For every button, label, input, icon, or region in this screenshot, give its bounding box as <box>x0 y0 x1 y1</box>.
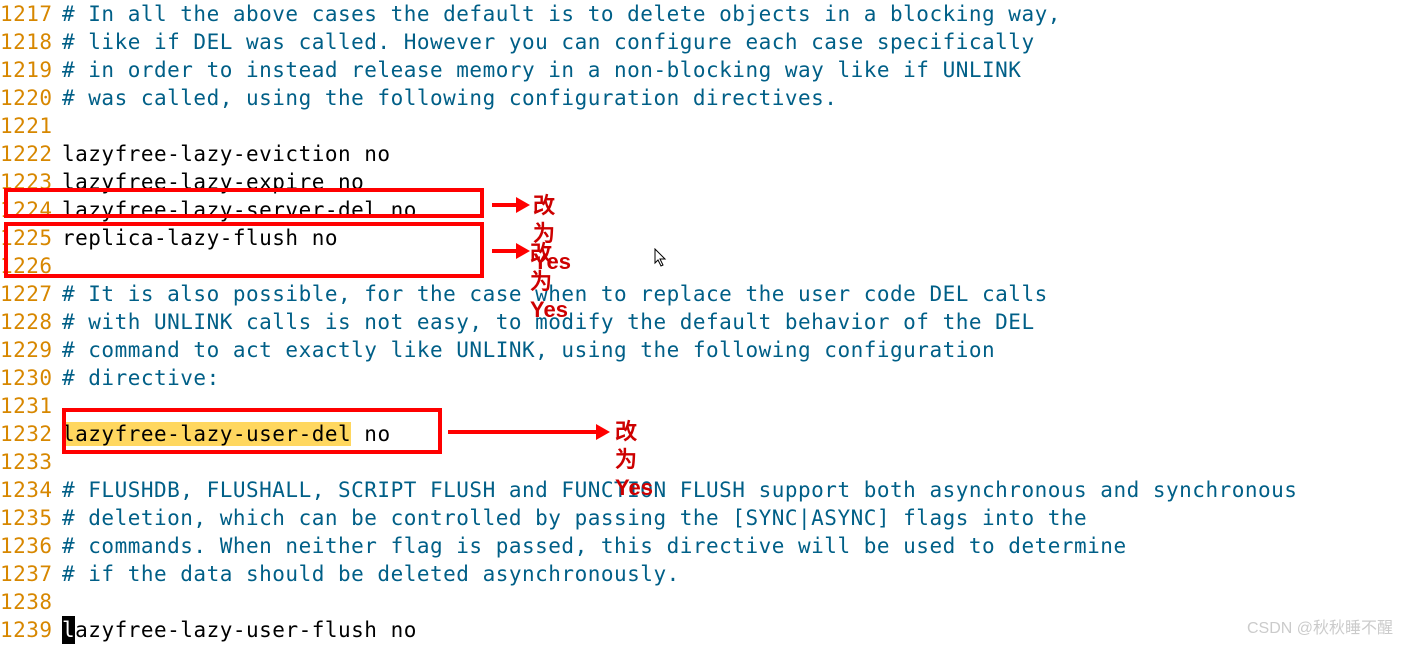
line-number: 1239 <box>0 616 62 644</box>
line-number: 1220 <box>0 84 62 112</box>
code-line: 1226 <box>0 252 1405 280</box>
code-line: 1232lazyfree-lazy-user-del no <box>0 420 1405 448</box>
code-line: 1217# In all the above cases the default… <box>0 0 1405 28</box>
code-line: 1233 <box>0 448 1405 476</box>
line-text: # commands. When neither flag is passed,… <box>62 532 1405 560</box>
line-text: lazyfree-lazy-eviction no <box>62 140 1405 168</box>
code-line: 1225replica-lazy-flush no <box>0 224 1405 252</box>
code-line: 1234# FLUSHDB, FLUSHALL, SCRIPT FLUSH an… <box>0 476 1405 504</box>
line-number: 1231 <box>0 392 62 420</box>
code-line: 1218# like if DEL was called. However yo… <box>0 28 1405 56</box>
line-text: # like if DEL was called. However you ca… <box>62 28 1405 56</box>
code-line: 1237# if the data should be deleted asyn… <box>0 560 1405 588</box>
line-text: # in order to instead release memory in … <box>62 56 1405 84</box>
line-number: 1219 <box>0 56 62 84</box>
line-text: replica-lazy-flush no <box>62 224 1405 252</box>
line-number: 1226 <box>0 252 62 280</box>
line-text: # deletion, which can be controlled by p… <box>62 504 1405 532</box>
line-number: 1235 <box>0 504 62 532</box>
code-line: 1229# command to act exactly like UNLINK… <box>0 336 1405 364</box>
line-number: 1227 <box>0 280 62 308</box>
line-text: lazyfree-lazy-user-flush no <box>62 616 1405 644</box>
code-line: 1239lazyfree-lazy-user-flush no <box>0 616 1405 644</box>
code-line: 1222lazyfree-lazy-eviction no <box>0 140 1405 168</box>
line-number: 1221 <box>0 112 62 140</box>
line-number: 1225 <box>0 224 62 252</box>
line-number: 1228 <box>0 308 62 336</box>
line-number: 1223 <box>0 168 62 196</box>
watermark-text: CSDN @秋秋睡不醒 <box>1247 615 1393 643</box>
line-text: # directive: <box>62 364 1405 392</box>
line-text: lazyfree-lazy-user-del no <box>62 420 1405 448</box>
code-line: 1230# directive: <box>0 364 1405 392</box>
line-number: 1232 <box>0 420 62 448</box>
code-viewer[interactable]: 1217# In all the above cases the default… <box>0 0 1405 644</box>
code-line: 1228# with UNLINK calls is not easy, to … <box>0 308 1405 336</box>
code-line: 1220# was called, using the following co… <box>0 84 1405 112</box>
code-line: 1238 <box>0 588 1405 616</box>
line-text: # with UNLINK calls is not easy, to modi… <box>62 308 1405 336</box>
line-number: 1233 <box>0 448 62 476</box>
line-text: lazyfree-lazy-server-del no <box>62 196 1405 224</box>
line-text: lazyfree-lazy-expire no <box>62 168 1405 196</box>
code-line: 1219# in order to instead release memory… <box>0 56 1405 84</box>
line-number: 1238 <box>0 588 62 616</box>
code-line: 1223lazyfree-lazy-expire no <box>0 168 1405 196</box>
search-highlight: lazyfree-lazy-user-del <box>62 422 351 446</box>
line-number: 1236 <box>0 532 62 560</box>
text-cursor: l <box>62 616 75 644</box>
line-text: # FLUSHDB, FLUSHALL, SCRIPT FLUSH and FU… <box>62 476 1405 504</box>
code-line: 1224lazyfree-lazy-server-del no <box>0 196 1405 224</box>
code-line: 1236# commands. When neither flag is pas… <box>0 532 1405 560</box>
line-number: 1218 <box>0 28 62 56</box>
line-number: 1230 <box>0 364 62 392</box>
line-text: # was called, using the following config… <box>62 84 1405 112</box>
code-line: 1231 <box>0 392 1405 420</box>
line-number: 1222 <box>0 140 62 168</box>
line-text: # In all the above cases the default is … <box>62 0 1405 28</box>
code-line: 1221 <box>0 112 1405 140</box>
line-number: 1234 <box>0 476 62 504</box>
code-line: 1227# It is also possible, for the case … <box>0 280 1405 308</box>
line-number: 1229 <box>0 336 62 364</box>
line-text: # It is also possible, for the case when… <box>62 280 1405 308</box>
code-line: 1235# deletion, which can be controlled … <box>0 504 1405 532</box>
line-text: # command to act exactly like UNLINK, us… <box>62 336 1405 364</box>
line-number: 1237 <box>0 560 62 588</box>
line-number: 1224 <box>0 196 62 224</box>
line-text: # if the data should be deleted asynchro… <box>62 560 1405 588</box>
line-number: 1217 <box>0 0 62 28</box>
